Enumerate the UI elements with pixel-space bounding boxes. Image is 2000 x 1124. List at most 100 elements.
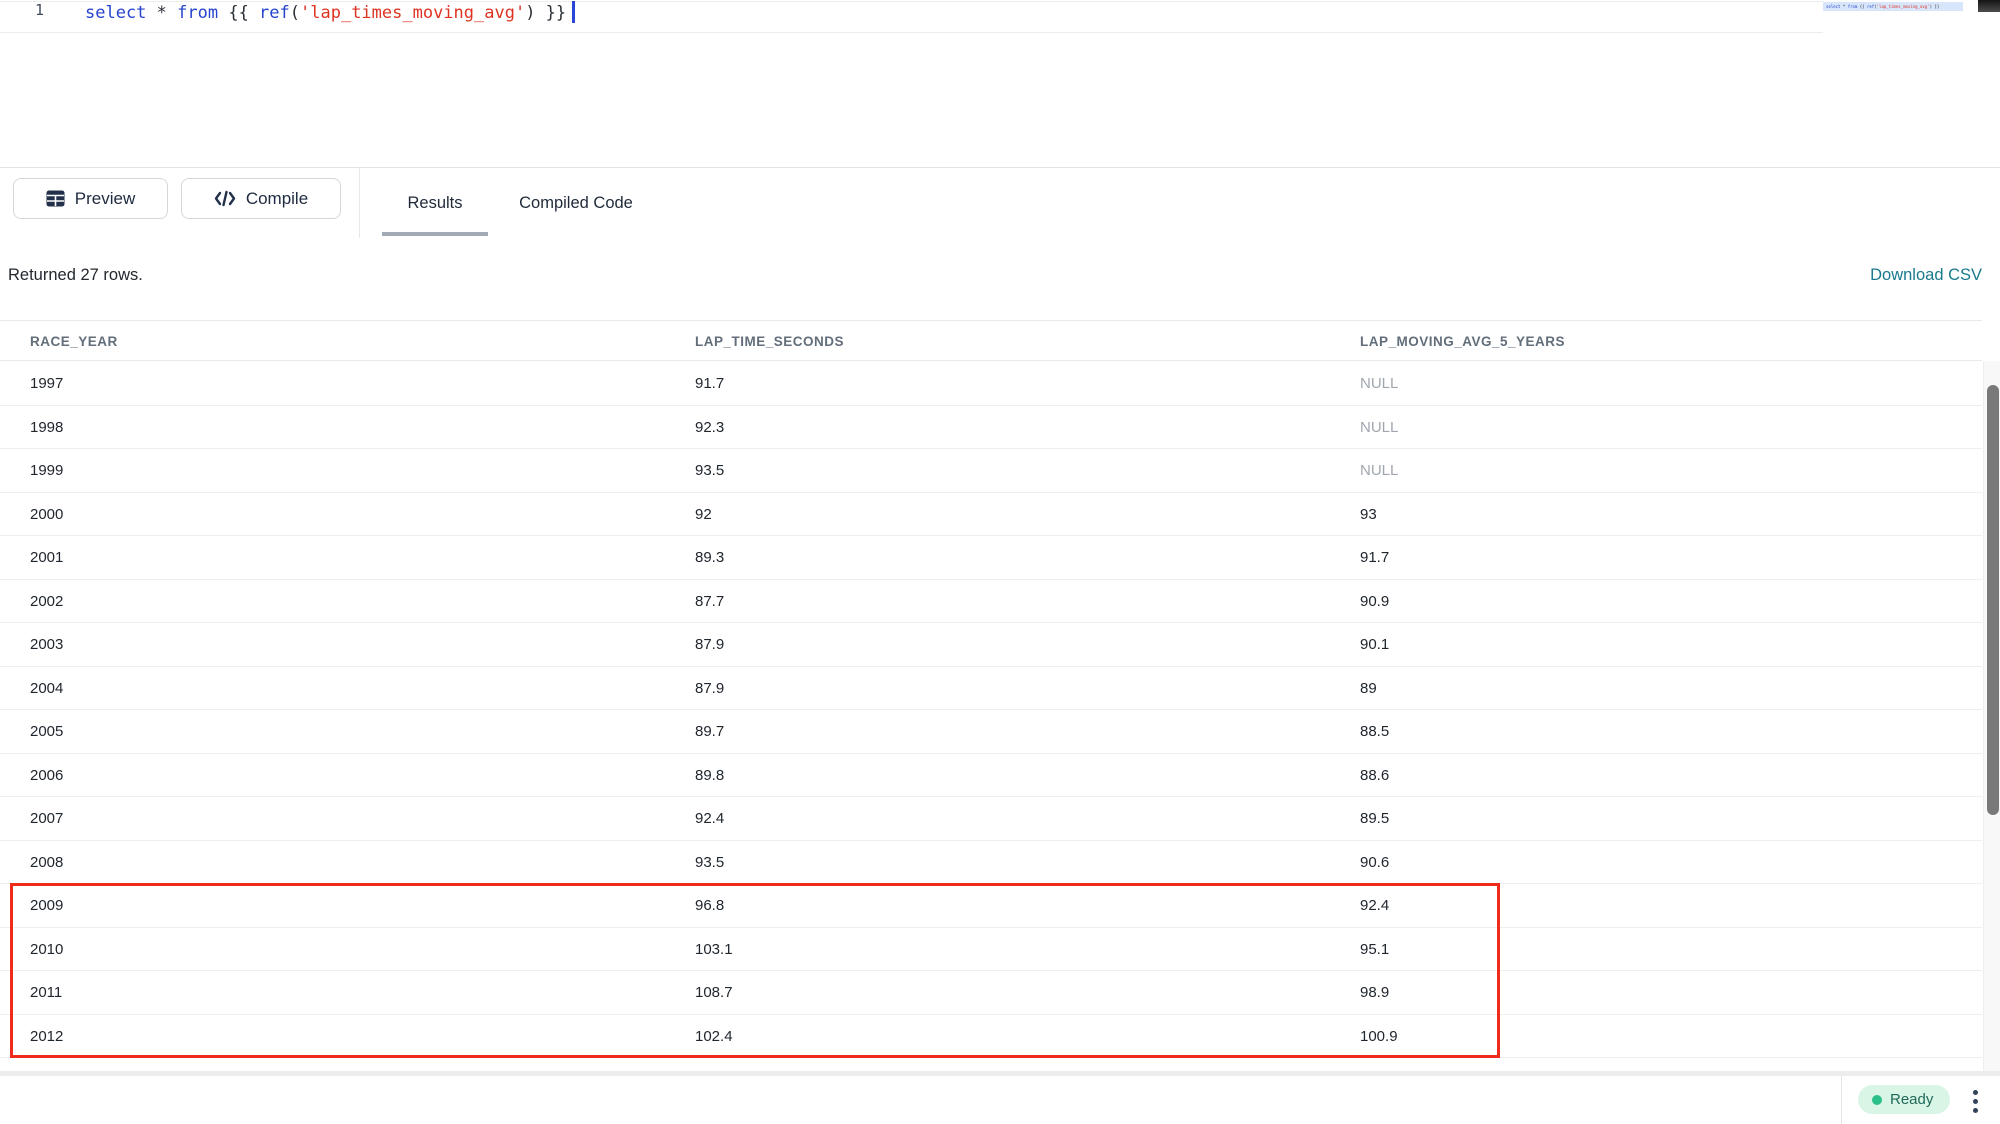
table-cell: 2005 [30,710,63,754]
table-cell: 88.6 [1360,754,1389,798]
table-cell: 2004 [30,667,63,711]
table-cell: 2007 [30,797,63,841]
table-cell: 90.1 [1360,623,1389,667]
table-cell: 1999 [30,449,63,493]
table-row: 200387.990.1 [0,623,1982,667]
table-row: 199892.3NULL [0,406,1982,450]
table-row: 2006 89.8 88.6 [0,754,1982,798]
table-cell: 1997 [30,362,63,406]
active-tab-underline [382,232,488,236]
table-cell: 90.6 [1360,841,1389,885]
code-token: * [1840,4,1847,9]
table-row: 199993.5NULL [0,449,1982,493]
code-token: ) }} [525,3,566,23]
table-cell: 89.5 [1360,797,1389,841]
table-cell: 2012 [30,1015,63,1059]
code-token: * [146,3,177,23]
table-cell: 98.9 [1360,971,1389,1015]
row-count-summary: Returned 27 rows. [8,266,143,285]
code-token: 'lap_times_moving_avg' [1877,4,1930,9]
table-scrollbar-track[interactable] [1983,361,2000,1071]
table-row: 20009293 [0,493,1982,537]
table-cell: 89.3 [695,536,724,580]
table-cell: 2008 [30,841,63,885]
table-cell: 102.4 [695,1015,733,1059]
table-row: 2005 89.7 88.5 [0,710,1982,754]
table-cell: 95.1 [1360,928,1389,972]
compile-button-label: Compile [246,189,308,209]
sql-editor[interactable]: 1 select * from {{ ref('lap_times_moving… [0,0,2000,167]
tab-compiled-code[interactable]: Compiled Code [506,168,646,238]
table-cell: 93 [1360,493,1377,537]
table-cell: 88.5 [1360,710,1389,754]
table-cell: 89.8 [695,754,724,798]
download-csv-link[interactable]: Download CSV [1870,266,1982,285]
preview-button-label: Preview [75,189,135,209]
table-cell: 2006 [30,754,63,798]
table-cell: 92 [695,493,712,537]
table-cell: NULL [1360,362,1398,406]
table-row: 2002 87.7 90.9 [0,580,1982,624]
code-token: 'lap_times_moving_avg' [300,3,525,23]
code-token: {{ [218,3,259,23]
table-cell: 2001 [30,536,63,580]
preview-button[interactable]: Preview [13,178,168,219]
table-cell: 87.9 [695,667,724,711]
table-row: 200893.590.6 [0,841,1982,885]
table-scrollbar-thumb[interactable] [1987,385,1999,815]
table-header-row: RACE_YEAR LAP_TIME_SECONDS LAP_MOVING_AV… [0,320,1982,361]
code-token: ( [290,3,300,23]
toolbar-divider [359,168,360,238]
table-row: 2004 87.9 89 [0,667,1982,711]
code-token: select [1826,4,1840,9]
table-cell: 103.1 [695,928,733,972]
editor-scrollbar-thumb[interactable] [1978,0,2000,12]
table-cell: 2002 [30,580,63,624]
results-summary-bar: Returned 27 rows. Download CSV [0,238,2000,320]
table-cell: 100.9 [1360,1015,1398,1059]
table-grid-icon [46,190,65,207]
table-cell: 91.7 [695,362,724,406]
status-bar-divider [1841,1076,1842,1124]
table-cell: 92.3 [695,406,724,450]
editor-line-number: 1 [0,1,52,33]
table-cell: 108.7 [695,971,733,1015]
table-cell: 91.7 [1360,536,1389,580]
table-cell: 2011 [30,971,62,1015]
table-cell: 89 [1360,667,1377,711]
code-token: select [85,3,146,23]
table-row: 2010103.195.1 [0,928,1982,972]
dbt-ide-panel: 1 select * from {{ ref('lap_times_moving… [0,0,2000,1124]
table-cell: 92.4 [695,797,724,841]
table-row: 2001 89.3 91.7 [0,536,1982,580]
column-header-race-year: RACE_YEAR [30,321,118,362]
column-header-lap-moving-avg-5-years: LAP_MOVING_AVG_5_YEARS [1360,321,1565,362]
column-header-lap-time-seconds: LAP_TIME_SECONDS [695,321,844,362]
code-token: from [1848,4,1858,9]
tab-results[interactable]: Results [382,168,488,238]
code-brackets-icon [214,190,236,207]
table-cell: 92.4 [1360,884,1389,928]
table-cell: 2009 [30,884,63,928]
table-row: 1997 91.7 NULL [0,362,1982,406]
results-toolbar: Preview Compile Results Compiled Code [0,168,2000,238]
table-body: 199791.7NULL199892.3NULL199993.5NULL2000… [0,362,1982,1058]
table-row: 2012 102.4 100.9 [0,1015,1982,1059]
sql-code-line[interactable]: select * from {{ ref('lap_times_moving_a… [85,1,575,33]
compile-button[interactable]: Compile [181,178,341,219]
text-cursor [572,1,575,23]
status-bar: Ready [0,1076,2000,1124]
tab-results-label: Results [407,194,462,213]
table-cell: NULL [1360,449,1398,493]
code-token: {{ [1857,4,1867,9]
status-dot-icon [1872,1095,1882,1105]
table-cell: 90.9 [1360,580,1389,624]
minimap-code-line: select * from {{ ref('lap_times_moving_a… [1823,2,1963,11]
table-cell: 89.7 [695,710,724,754]
table-cell: 87.7 [695,580,724,624]
kebab-menu-icon[interactable] [1970,1086,1980,1116]
table-row: 2011 108.7 98.9 [0,971,1982,1015]
editor-minimap[interactable]: select * from {{ ref('lap_times_moving_a… [1823,0,1963,16]
table-cell: 1998 [30,406,63,450]
table-cell: 96.8 [695,884,724,928]
